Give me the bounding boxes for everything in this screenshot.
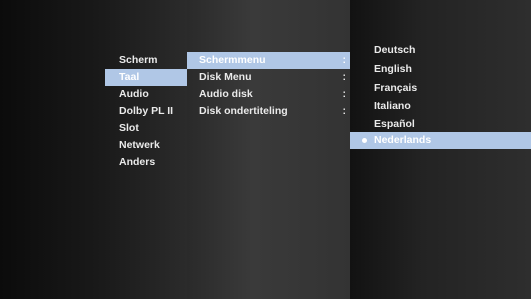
menu-item-audio[interactable]: Audio	[105, 86, 187, 103]
menu-item-label: Netwerk	[119, 139, 160, 151]
submenu-item-schermmenu[interactable]: Schermmenu :	[187, 52, 350, 69]
separator-colon: :	[342, 71, 347, 83]
separator-colon: :	[342, 54, 347, 66]
option-deutsch[interactable]: Deutsch	[350, 42, 531, 59]
option-nederlands[interactable]: Nederlands	[350, 132, 531, 149]
submenu-item-audio-disk[interactable]: Audio disk :	[187, 86, 350, 103]
option-espanol[interactable]: Español	[350, 116, 531, 133]
menu-item-label: Dolby PL II	[119, 105, 174, 117]
menu-item-taal[interactable]: Taal	[105, 69, 187, 86]
option-label: Español	[374, 118, 415, 130]
option-english[interactable]: English	[350, 61, 531, 78]
option-label: English	[374, 63, 412, 75]
menu-item-label: Taal	[119, 71, 140, 83]
submenu-item-label: Audio disk	[199, 88, 253, 100]
menu-item-netwerk[interactable]: Netwerk	[105, 137, 187, 154]
submenu-panel	[187, 0, 350, 299]
menu-item-label: Audio	[119, 88, 149, 100]
separator-colon: :	[342, 105, 347, 117]
selected-bullet-icon	[362, 138, 367, 143]
menu-item-slot[interactable]: Slot	[105, 120, 187, 137]
osd-screen: Scherm Taal Audio Dolby PL II Slot Netwe…	[0, 0, 531, 299]
option-label: Italiano	[374, 100, 411, 112]
menu-item-label: Slot	[119, 122, 139, 134]
menu-item-scherm[interactable]: Scherm	[105, 52, 187, 69]
menu-item-anders[interactable]: Anders	[105, 154, 187, 171]
option-francais[interactable]: Français	[350, 80, 531, 97]
option-label: Français	[374, 82, 418, 94]
option-label: Deutsch	[374, 44, 416, 56]
menu-item-label: Anders	[119, 156, 156, 168]
submenu-item-disk-ondertiteling[interactable]: Disk ondertiteling :	[187, 103, 350, 120]
menu-item-label: Scherm	[119, 54, 158, 66]
option-italiano[interactable]: Italiano	[350, 98, 531, 115]
menu-item-dolby-pl-ii[interactable]: Dolby PL II	[105, 103, 187, 120]
submenu-item-disk-menu[interactable]: Disk Menu :	[187, 69, 350, 86]
option-label: Nederlands	[374, 134, 432, 146]
submenu-item-label: Schermmenu	[199, 54, 266, 66]
separator-colon: :	[342, 88, 347, 100]
submenu-item-label: Disk Menu	[199, 71, 252, 83]
submenu-item-label: Disk ondertiteling	[199, 105, 288, 117]
